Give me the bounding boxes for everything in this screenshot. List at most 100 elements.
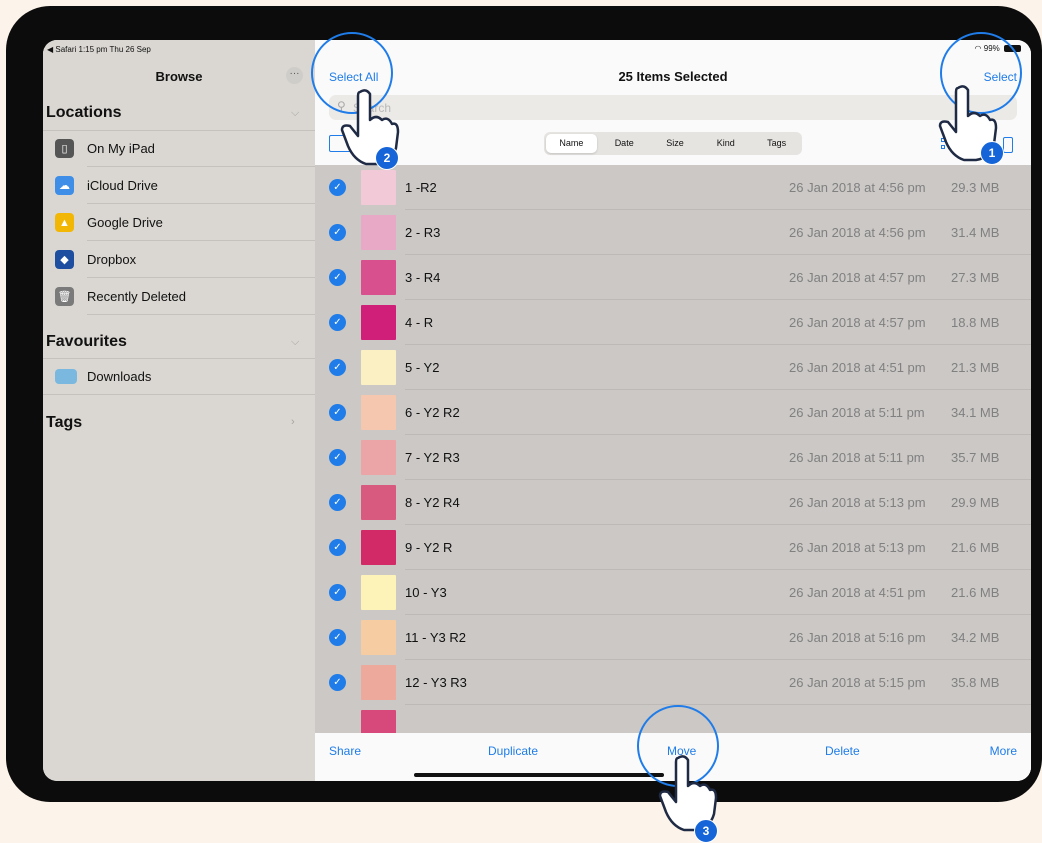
file-row[interactable]: ✓ 6 - Y2 R2 26 Jan 2018 at 5:11 pm 34.1 MB bbox=[315, 390, 1031, 435]
sidebar-item-recently-deleted[interactable]: 🗑 Recently Deleted bbox=[43, 278, 315, 315]
file-thumbnail bbox=[361, 575, 396, 610]
sidebar-item-icloud-drive[interactable]: ☁ iCloud Drive bbox=[43, 167, 315, 204]
file-name: 2 - R3 bbox=[405, 225, 441, 240]
file-row[interactable]: ✓ 11 - Y3 R2 26 Jan 2018 at 5:16 pm 34.2 MB bbox=[315, 615, 1031, 660]
checkmark-icon[interactable]: ✓ bbox=[329, 674, 346, 691]
downloads-folder-icon bbox=[55, 369, 77, 384]
file-thumbnail bbox=[361, 620, 396, 655]
status-bar-left: ◀ Safari 1:15 pm Thu 26 Sep bbox=[47, 45, 151, 54]
sidebar-item-label: Recently Deleted bbox=[87, 289, 186, 304]
file-size: 21.6 MB bbox=[951, 585, 1000, 600]
file-date: 26 Jan 2018 at 4:51 pm bbox=[789, 360, 926, 375]
checkmark-icon[interactable]: ✓ bbox=[329, 584, 346, 601]
sort-tab-size[interactable]: Size bbox=[650, 132, 701, 155]
ipad-frame: ◀ Safari 1:15 pm Thu 26 Sep Browse ··· L… bbox=[6, 6, 1042, 802]
list-view-icon[interactable] bbox=[1003, 137, 1013, 153]
file-name: 5 - Y2 bbox=[405, 360, 440, 375]
dropbox-icon: ◆ bbox=[55, 250, 74, 269]
checkmark-icon[interactable]: ✓ bbox=[329, 449, 346, 466]
checkmark-icon[interactable]: ✓ bbox=[329, 224, 346, 241]
file-date: 26 Jan 2018 at 5:13 pm bbox=[789, 495, 926, 510]
delete-button[interactable]: Delete bbox=[825, 744, 860, 758]
checkmark-icon[interactable]: ✓ bbox=[329, 629, 346, 646]
file-date: 26 Jan 2018 at 5:13 pm bbox=[789, 540, 926, 555]
chevron-down-icon[interactable]: ⌵ bbox=[291, 336, 299, 349]
file-thumbnail bbox=[361, 530, 396, 565]
sidebar: ◀ Safari 1:15 pm Thu 26 Sep Browse ··· L… bbox=[43, 40, 315, 781]
checkmark-icon[interactable]: ✓ bbox=[329, 404, 346, 421]
sort-tab-date[interactable]: Date bbox=[599, 132, 650, 155]
file-row[interactable]: ✓ 7 - Y2 R3 26 Jan 2018 at 5:11 pm 35.7 MB bbox=[315, 435, 1031, 480]
favourites-header[interactable]: Favourites bbox=[46, 333, 127, 351]
chevron-down-icon[interactable]: ⌵ bbox=[291, 107, 299, 120]
sidebar-item-google-drive[interactable]: ▲ Google Drive bbox=[43, 204, 315, 241]
file-name: 12 - Y3 R3 bbox=[405, 675, 467, 690]
file-date: 26 Jan 2018 at 4:51 pm bbox=[789, 585, 926, 600]
file-size: 27.3 MB bbox=[951, 270, 1000, 285]
checkmark-icon[interactable]: ✓ bbox=[329, 269, 346, 286]
file-size: 29.9 MB bbox=[951, 495, 1000, 510]
file-date: 26 Jan 2018 at 4:56 pm bbox=[789, 225, 926, 240]
file-row[interactable]: ✓ 9 - Y2 R 26 Jan 2018 at 5:13 pm 21.6 MB bbox=[315, 525, 1031, 570]
checkmark-icon[interactable]: ✓ bbox=[329, 494, 346, 511]
file-date: 26 Jan 2018 at 5:15 pm bbox=[789, 675, 926, 690]
file-date: 26 Jan 2018 at 5:16 pm bbox=[789, 630, 926, 645]
file-size: 18.8 MB bbox=[951, 315, 1000, 330]
file-date: 26 Jan 2018 at 4:57 pm bbox=[789, 315, 926, 330]
file-row[interactable]: ✓ 12 - Y3 R3 26 Jan 2018 at 5:15 pm 35.8 MB bbox=[315, 660, 1031, 705]
file-date: 26 Jan 2018 at 5:11 pm bbox=[789, 450, 925, 465]
file-row[interactable]: ✓ 8 - Y2 R4 26 Jan 2018 at 5:13 pm 29.9 MB bbox=[315, 480, 1031, 525]
file-name: 1 -R2 bbox=[405, 180, 437, 195]
step-badge-1: 1 bbox=[980, 141, 1004, 165]
file-size: 31.4 MB bbox=[951, 225, 1000, 240]
file-size: 21.6 MB bbox=[951, 540, 1000, 555]
checkmark-icon[interactable]: ✓ bbox=[329, 359, 346, 376]
step-badge-2: 2 bbox=[375, 146, 399, 170]
trash-icon: 🗑 bbox=[55, 287, 74, 306]
file-row[interactable]: ✓ 5 - Y2 26 Jan 2018 at 4:51 pm 21.3 MB bbox=[315, 345, 1031, 390]
sort-tab-kind[interactable]: Kind bbox=[700, 132, 751, 155]
sidebar-item-label: Downloads bbox=[87, 369, 152, 384]
step-badge-3: 3 bbox=[694, 819, 718, 843]
duplicate-button[interactable]: Duplicate bbox=[488, 744, 538, 758]
sidebar-item-on-my-ipad[interactable]: ▯ On My iPad bbox=[43, 130, 315, 167]
google-drive-icon: ▲ bbox=[55, 213, 74, 232]
file-thumbnail bbox=[361, 305, 396, 340]
tags-header[interactable]: Tags bbox=[46, 414, 82, 432]
file-thumbnail bbox=[361, 710, 396, 733]
file-thumbnail bbox=[361, 170, 396, 205]
share-button[interactable]: Share bbox=[329, 744, 361, 758]
file-row[interactable]: ✓ 4 - R 26 Jan 2018 at 4:57 pm 18.8 MB bbox=[315, 300, 1031, 345]
file-name: 9 - Y2 R bbox=[405, 540, 453, 555]
sidebar-item-downloads[interactable]: Downloads bbox=[43, 358, 315, 395]
sidebar-item-dropbox[interactable]: ◆ Dropbox bbox=[43, 241, 315, 278]
checkmark-icon[interactable]: ✓ bbox=[329, 179, 346, 196]
file-size: 35.8 MB bbox=[951, 675, 1000, 690]
file-name: 7 - Y2 R3 bbox=[405, 450, 460, 465]
file-date: 26 Jan 2018 at 4:57 pm bbox=[789, 270, 926, 285]
more-button[interactable]: More bbox=[990, 744, 1017, 758]
file-size: 21.3 MB bbox=[951, 360, 1000, 375]
search-input[interactable]: ⚲ Search bbox=[329, 95, 1017, 120]
file-name: 8 - Y2 R4 bbox=[405, 495, 460, 510]
sort-tab-name[interactable]: Name bbox=[546, 134, 597, 153]
home-indicator bbox=[414, 773, 664, 777]
file-name: 11 - Y3 R2 bbox=[405, 630, 466, 645]
sidebar-item-label: Google Drive bbox=[87, 215, 163, 230]
sort-tab-tags[interactable]: Tags bbox=[751, 132, 802, 155]
main-panel: ◠ 99% 25 Items Selected Select All Selec… bbox=[315, 40, 1031, 781]
file-date: 26 Jan 2018 at 4:56 pm bbox=[789, 180, 926, 195]
file-size: 29.3 MB bbox=[951, 180, 1000, 195]
file-thumbnail bbox=[361, 350, 396, 385]
locations-header[interactable]: Locations bbox=[46, 104, 122, 122]
checkmark-icon[interactable]: ✓ bbox=[329, 539, 346, 556]
file-row[interactable]: ✓ 2 - R3 26 Jan 2018 at 4:56 pm 31.4 MB bbox=[315, 210, 1031, 255]
file-row[interactable]: ✓ 10 - Y3 26 Jan 2018 at 4:51 pm 21.6 MB bbox=[315, 570, 1031, 615]
file-row[interactable]: ✓ 1 -R2 26 Jan 2018 at 4:56 pm 29.3 MB bbox=[315, 165, 1031, 210]
file-row[interactable]: ✓ 3 - R4 26 Jan 2018 at 4:57 pm 27.3 MB bbox=[315, 255, 1031, 300]
divider bbox=[43, 394, 315, 395]
checkmark-icon[interactable]: ✓ bbox=[329, 314, 346, 331]
file-size: 34.2 MB bbox=[951, 630, 1000, 645]
more-options-icon[interactable]: ··· bbox=[286, 67, 303, 84]
chevron-right-icon[interactable]: › bbox=[291, 416, 295, 428]
